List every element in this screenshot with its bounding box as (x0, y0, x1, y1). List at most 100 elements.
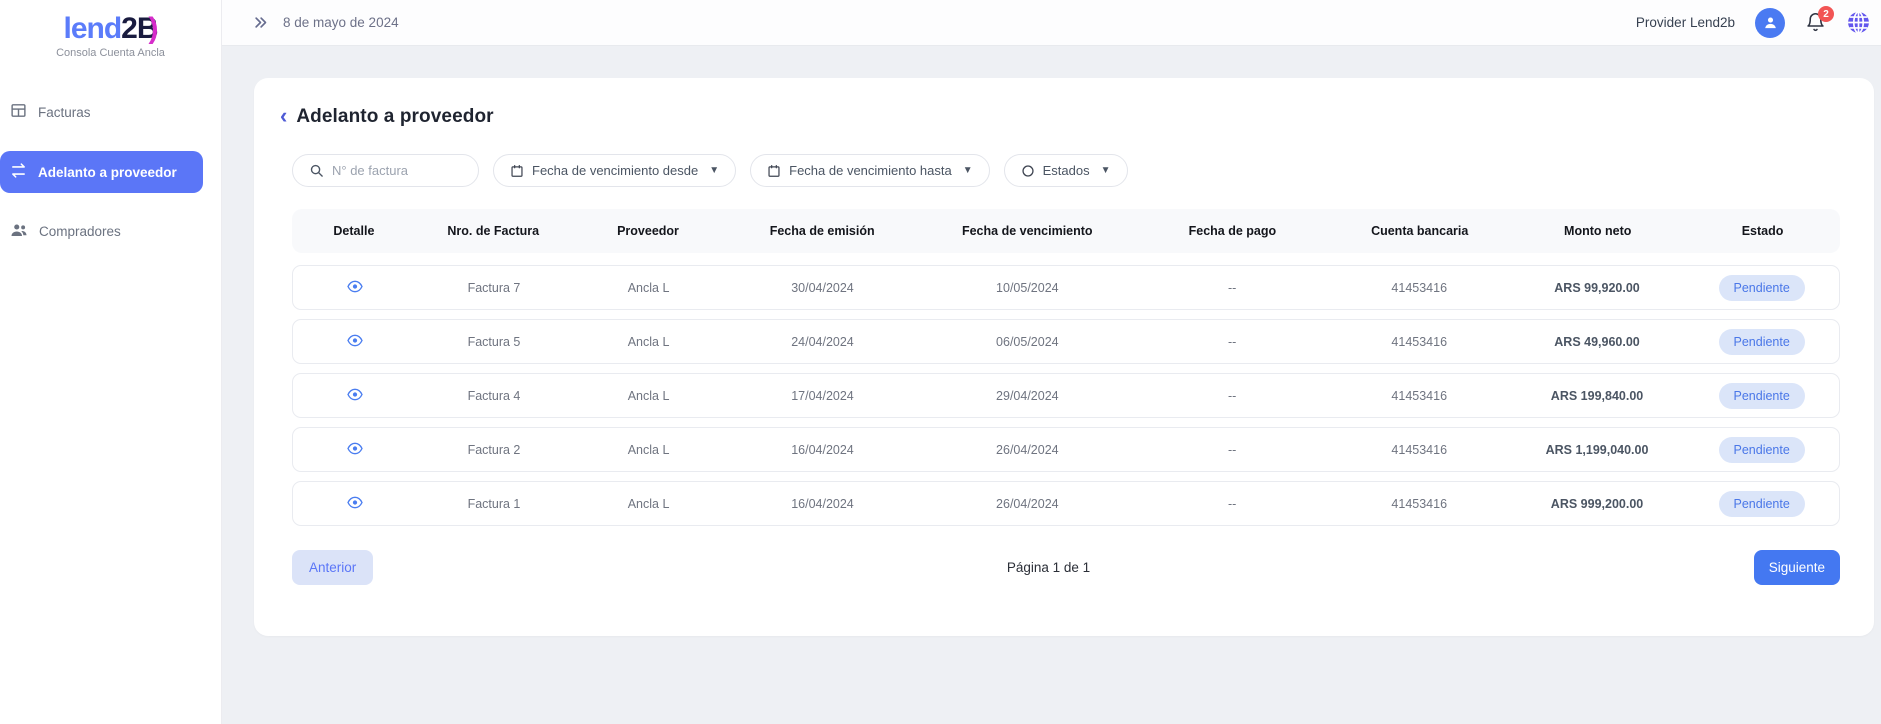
cell-cuenta-bancaria: 41453416 (1329, 443, 1510, 457)
cell-fecha-emision: 30/04/2024 (726, 281, 919, 295)
table-row: Factura 2 Ancla L 16/04/2024 26/04/2024 … (292, 427, 1840, 472)
column-header: Proveedor (571, 224, 726, 238)
table-body: Factura 7 Ancla L 30/04/2024 10/05/2024 … (292, 265, 1840, 526)
cell-cuenta-bancaria: 41453416 (1329, 497, 1510, 511)
date-from-label: Fecha de vencimiento desde (532, 163, 698, 178)
invoice-search-field[interactable] (292, 154, 479, 187)
column-header: Monto neto (1510, 224, 1685, 238)
invoices-table: Detalle Nro. de Factura Proveedor Fecha … (292, 209, 1840, 526)
column-header: Fecha de pago (1136, 224, 1330, 238)
date-to-filter[interactable]: Fecha de vencimiento hasta ▼ (750, 154, 990, 187)
states-label: Estados (1043, 163, 1090, 178)
cell-proveedor: Ancla L (571, 497, 726, 511)
language-globe-button[interactable] (1846, 10, 1871, 35)
logo-text-lend: lend (63, 12, 121, 45)
view-detail-button[interactable] (347, 388, 363, 401)
cell-cuenta-bancaria: 41453416 (1329, 335, 1510, 349)
cell-factura: Factura 2 (417, 443, 572, 457)
cell-proveedor: Ancla L (571, 281, 726, 295)
pagination-bar: Anterior Página 1 de 1 Siguiente (292, 550, 1840, 585)
column-header: Nro. de Factura (416, 224, 571, 238)
view-detail-button[interactable] (347, 334, 363, 347)
search-input[interactable] (332, 163, 462, 178)
cell-factura: Factura 4 (417, 389, 572, 403)
user-avatar[interactable] (1755, 8, 1785, 38)
cell-cuenta-bancaria: 41453416 (1329, 389, 1510, 403)
cell-fecha-emision: 16/04/2024 (726, 497, 919, 511)
column-header: Fecha de vencimiento (919, 224, 1136, 238)
cell-fecha-vencimiento: 29/04/2024 (919, 389, 1135, 403)
sidebar-item-label: Adelanto a proveedor (38, 165, 177, 180)
status-badge: Pendiente (1719, 329, 1805, 355)
sidebar-item-compradores[interactable]: Compradores (0, 211, 221, 252)
status-badge: Pendiente (1719, 437, 1805, 463)
table-header-row: Detalle Nro. de Factura Proveedor Fecha … (292, 209, 1840, 253)
column-header: Estado (1685, 224, 1840, 238)
cell-fecha-vencimiento: 26/04/2024 (919, 497, 1135, 511)
chevron-down-icon: ▼ (709, 165, 719, 176)
cell-fecha-pago: -- (1136, 281, 1329, 295)
states-filter[interactable]: Estados ▼ (1004, 154, 1128, 187)
status-badge: Pendiente (1719, 275, 1805, 301)
cell-monto-neto: ARS 49,960.00 (1510, 335, 1685, 349)
cell-monto-neto: ARS 999,200.00 (1510, 497, 1685, 511)
cell-fecha-vencimiento: 10/05/2024 (919, 281, 1135, 295)
sidebar-item-label: Facturas (38, 105, 91, 120)
cell-monto-neto: ARS 1,199,040.00 (1510, 443, 1685, 457)
table-row: Factura 4 Ancla L 17/04/2024 29/04/2024 … (292, 373, 1840, 418)
main-content: ‹ Adelanto a proveedor (222, 46, 1881, 724)
column-header: Fecha de emisión (725, 224, 919, 238)
logo-subtitle: Consola Cuenta Ancla (0, 47, 221, 59)
provider-label: Provider Lend2b (1636, 15, 1735, 30)
table-row: Factura 1 Ancla L 16/04/2024 26/04/2024 … (292, 481, 1840, 526)
adelanto-card: ‹ Adelanto a proveedor (254, 78, 1874, 636)
sidebar-item-label: Compradores (39, 224, 121, 239)
logo: lend2B) Consola Cuenta Ancla (0, 0, 221, 59)
cell-fecha-pago: -- (1136, 389, 1329, 403)
cell-proveedor: Ancla L (571, 389, 726, 403)
cell-factura: Factura 7 (417, 281, 572, 295)
next-page-button[interactable]: Siguiente (1754, 550, 1840, 585)
view-detail-button[interactable] (347, 442, 363, 455)
cell-monto-neto: ARS 199,840.00 (1510, 389, 1685, 403)
sidebar-nav: Facturas Adelanto a proveedor Compradore… (0, 91, 221, 252)
cell-proveedor: Ancla L (571, 443, 726, 457)
column-header: Detalle (292, 224, 416, 238)
cell-fecha-vencimiento: 06/05/2024 (919, 335, 1135, 349)
sidebar-item-adelanto-a-proveedor[interactable]: Adelanto a proveedor (0, 151, 203, 193)
chevron-down-icon: ▼ (963, 165, 973, 176)
cell-fecha-pago: -- (1136, 335, 1329, 349)
page-status: Página 1 de 1 (343, 560, 1753, 575)
logo-accent-glyph: ) (149, 12, 158, 45)
cell-factura: Factura 5 (417, 335, 572, 349)
sidebar: lend2B) Consola Cuenta Ancla Facturas Ad… (0, 0, 222, 724)
date-from-filter[interactable]: Fecha de vencimiento desde ▼ (493, 154, 736, 187)
cell-factura: Factura 1 (417, 497, 572, 511)
status-circle-icon (1021, 164, 1035, 178)
invoices-grid-icon (10, 102, 27, 122)
calendar-icon (510, 164, 524, 178)
back-chevron-icon[interactable]: ‹ (280, 105, 287, 127)
chevron-down-icon: ▼ (1101, 165, 1111, 176)
cell-fecha-emision: 24/04/2024 (726, 335, 919, 349)
swap-arrows-icon (10, 162, 27, 182)
cell-cuenta-bancaria: 41453416 (1329, 281, 1510, 295)
search-icon (309, 163, 324, 178)
sidebar-item-facturas[interactable]: Facturas (0, 91, 221, 133)
page-title: Adelanto a proveedor (296, 106, 493, 128)
view-detail-button[interactable] (347, 496, 363, 509)
current-date: 8 de mayo de 2024 (283, 15, 399, 30)
cell-fecha-emision: 16/04/2024 (726, 443, 919, 457)
status-badge: Pendiente (1719, 383, 1805, 409)
table-row: Factura 5 Ancla L 24/04/2024 06/05/2024 … (292, 319, 1840, 364)
filters-bar: Fecha de vencimiento desde ▼ Fecha de ve… (292, 154, 1848, 187)
cell-fecha-pago: -- (1136, 443, 1329, 457)
cell-fecha-pago: -- (1136, 497, 1329, 511)
double-chevron-right-icon[interactable] (252, 15, 269, 30)
status-badge: Pendiente (1719, 491, 1805, 517)
date-to-label: Fecha de vencimiento hasta (789, 163, 952, 178)
topbar: 8 de mayo de 2024 Provider Lend2b 2 (222, 0, 1881, 46)
notifications-button[interactable]: 2 (1805, 12, 1826, 33)
view-detail-button[interactable] (347, 280, 363, 293)
cell-fecha-emision: 17/04/2024 (726, 389, 919, 403)
